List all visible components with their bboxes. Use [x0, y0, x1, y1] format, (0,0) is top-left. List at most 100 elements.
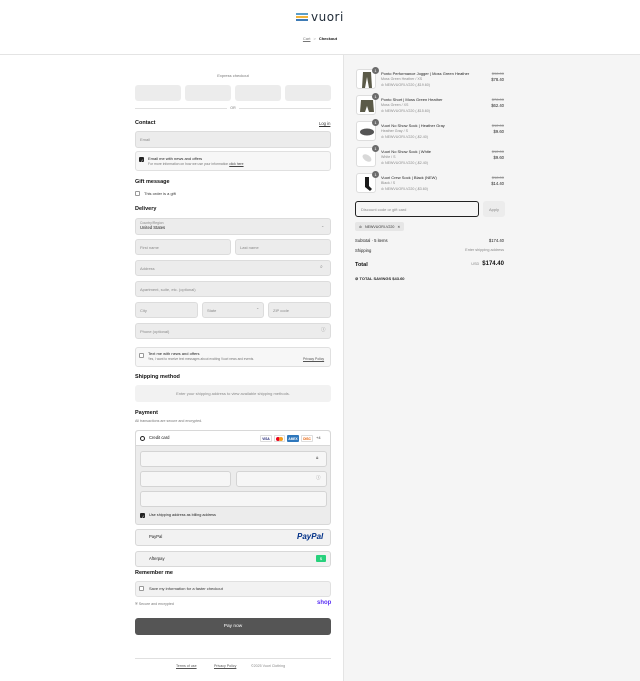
quantity-badge: 1: [372, 171, 379, 178]
more-cards-label: +4: [316, 435, 321, 440]
header: vuori Cart > Checkout: [0, 0, 640, 55]
payment-subtitle: All transactions are secure and encrypte…: [135, 419, 203, 423]
newsletter-checkbox[interactable]: [139, 157, 144, 163]
phone-field[interactable]: Phone (optional): [135, 323, 331, 339]
item-discount-code: NEWVUORI-V220 (-$15.60): [385, 109, 430, 113]
express-button-4[interactable]: [285, 85, 331, 101]
billing-checkbox[interactable]: [140, 513, 145, 519]
item-discount: ⊘ NEWVUORI-V220 (-$3.60): [381, 187, 428, 191]
item-discount: ⊘ NEWVUORI-V220 (-$2.40): [381, 135, 428, 139]
shipping-method-title: Shipping method: [135, 374, 180, 380]
subtotal-value: $174.40: [488, 238, 504, 243]
item-original-price: $78.00: [491, 97, 504, 102]
item-title: Vuori No Show Sock | White: [381, 149, 432, 154]
item-original-price: $18.00: [491, 175, 504, 180]
gift-message-title: Gift message: [135, 179, 170, 185]
footer-divider: [135, 658, 331, 659]
vuori-logo[interactable]: vuori: [296, 11, 344, 23]
state-select[interactable]: State: [202, 302, 264, 318]
express-button-2[interactable]: [185, 85, 231, 101]
total-value-group: USD $174.40: [471, 261, 504, 267]
vuori-logo-mark-icon: [296, 13, 308, 21]
currency-label: USD: [471, 262, 480, 266]
express-button-1[interactable]: [135, 85, 181, 101]
quantity-badge: 1: [372, 119, 379, 126]
applied-code: NEWVUORI-V220: [365, 224, 395, 229]
chevron-down-icon: ⌄: [321, 223, 325, 228]
terms-link[interactable]: Terms of use: [176, 664, 197, 668]
or-label: OR: [230, 106, 236, 110]
apartment-field[interactable]: Apartment, suite, etc. (optional): [135, 281, 331, 297]
item-price: $14.40: [491, 181, 504, 186]
quantity-badge: 1: [372, 145, 379, 152]
applied-discount-tag: ⊘ NEWVUORI-V220 ✕: [355, 222, 405, 231]
newsletter-box: [135, 151, 331, 171]
shipping-placeholder: Enter your shipping address to view avai…: [135, 385, 331, 402]
discount-code-input[interactable]: Discount code or gift card: [355, 201, 479, 217]
visa-icon: VISA: [260, 435, 272, 442]
item-title: Ponto Performance Jogger | Moss Green He…: [381, 71, 470, 76]
sms-privacy-link[interactable]: Privacy Policy: [303, 357, 324, 361]
item-variant: Heather Gray / S: [381, 129, 408, 133]
pay-now-button[interactable]: Pay now: [135, 618, 331, 635]
help-circle-icon[interactable]: ⓘ: [321, 327, 326, 333]
item-variant: White / S: [381, 155, 396, 159]
country-select[interactable]: Country/Region United States: [135, 218, 331, 235]
name-on-card-field[interactable]: [140, 491, 327, 507]
expiration-date-field[interactable]: [140, 471, 231, 487]
remember-me-title: Remember me: [135, 570, 173, 576]
item-price: $9.60: [493, 129, 504, 134]
mastercard-icon: [274, 435, 285, 442]
item-discount-code: NEWVUORI-V220 (-$3.60): [385, 187, 428, 191]
contact-title: Contact: [135, 120, 156, 126]
total-savings-text: TOTAL SAVINGS $43.60: [359, 276, 405, 281]
item-original-price: $12.00: [491, 149, 504, 154]
item-discount-code: NEWVUORI-V220 (-$2.40): [385, 161, 428, 165]
breadcrumb-current: Checkout: [318, 36, 338, 41]
afterpay-label: Afterpay: [149, 556, 165, 561]
first-name-field[interactable]: First name: [135, 239, 231, 255]
privacy-click-here-link[interactable]: click here: [229, 162, 243, 166]
or-divider-right: [239, 108, 331, 109]
remember-me-checkbox[interactable]: [139, 586, 144, 591]
credit-card-radio[interactable]: [140, 436, 145, 441]
remember-me-label: Save my information for a faster checkou…: [149, 586, 223, 591]
quantity-badge: 1: [372, 93, 379, 100]
login-link[interactable]: Log in: [319, 121, 330, 126]
address-field[interactable]: Address: [135, 260, 331, 276]
breadcrumb-cart[interactable]: Cart: [303, 36, 311, 41]
gift-checkbox[interactable]: [135, 191, 140, 196]
amex-icon: AMEX: [287, 435, 299, 442]
afterpay-logo-icon: $: [316, 555, 326, 562]
secure-note: ⛨ Secure and encrypted: [135, 602, 174, 606]
sms-note: Yes, I want to receive text messages abo…: [148, 357, 255, 361]
city-field[interactable]: City: [135, 302, 198, 318]
last-name-field[interactable]: Last name: [235, 239, 331, 255]
breadcrumb: Cart > Checkout: [0, 36, 640, 41]
gift-label: This order is a gift: [144, 190, 176, 196]
privacy-policy-link[interactable]: Privacy Policy: [214, 664, 236, 668]
email-field[interactable]: Email: [135, 131, 331, 148]
cvv-help-icon[interactable]: ⓘ: [316, 475, 321, 481]
express-button-3[interactable]: [235, 85, 281, 101]
payment-title: Payment: [135, 410, 158, 416]
or-divider-left: [135, 108, 227, 109]
card-number-field[interactable]: [140, 451, 327, 467]
state-chevron-down-icon: ⌄: [256, 305, 260, 310]
newsletter-label: Email me with news and offers: [148, 156, 203, 161]
quantity-badge: 1: [372, 67, 379, 74]
remove-code-icon[interactable]: ✕: [397, 225, 400, 229]
item-original-price: $98.00: [491, 71, 504, 76]
item-variant: Black / S: [381, 181, 396, 185]
paypal-label: PayPal: [149, 534, 163, 539]
shipping-value: Enter shipping address: [465, 248, 504, 252]
discover-icon: DISC: [301, 435, 313, 442]
total-label: Total: [355, 262, 368, 268]
item-discount: ⊘ NEWVUORI-V220 (-$19.60): [381, 83, 430, 87]
privacy-note-text: For more information on how we use your …: [148, 162, 229, 166]
zip-field[interactable]: ZIP code: [268, 302, 331, 318]
sms-checkbox[interactable]: [139, 353, 144, 358]
apply-button[interactable]: Apply: [483, 201, 505, 217]
security-code-field[interactable]: [236, 471, 327, 487]
item-variant: Moss Green / XS: [381, 103, 409, 107]
